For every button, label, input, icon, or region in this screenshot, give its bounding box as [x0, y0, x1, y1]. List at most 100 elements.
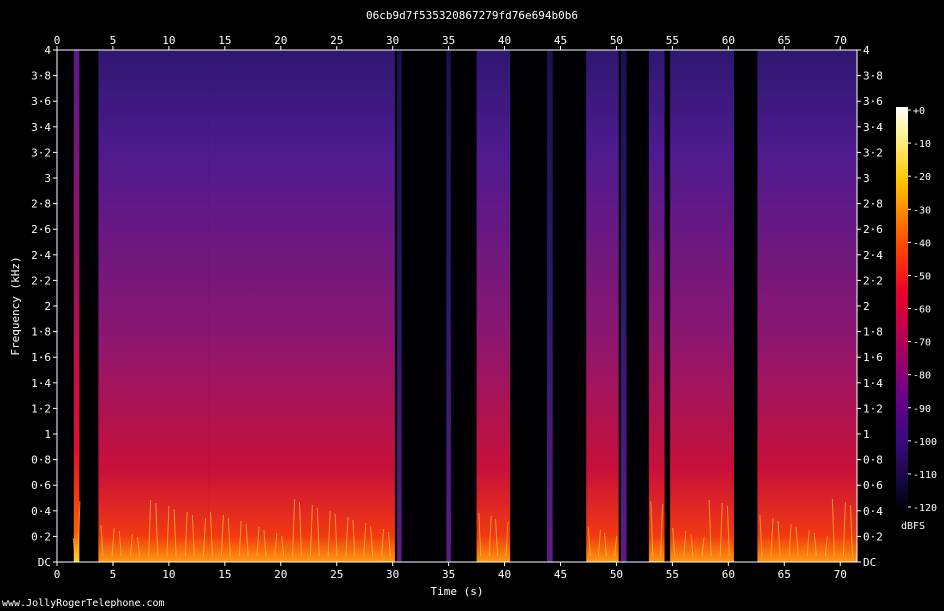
spectrogram-segment [446, 50, 451, 562]
colorbar-tick-label: -110 [913, 470, 937, 481]
colorbar-tick-label: -20 [913, 172, 931, 183]
x-tick-label-top: 15 [218, 34, 231, 47]
x-tick-label-top: 40 [498, 34, 511, 47]
y-tick-label-left: 2·8 [31, 198, 51, 211]
spectrogram-segment [73, 50, 80, 562]
y-tick-label-left: 1·2 [31, 402, 51, 415]
spectrogram-segment [476, 50, 511, 562]
spectrogram-segment [620, 50, 627, 562]
y-tick-label-right: 0·2 [863, 530, 883, 543]
x-tick-label-top: 30 [386, 34, 399, 47]
y-tick-label-right: 4 [863, 44, 870, 57]
colorbar-tick-label: -70 [913, 338, 931, 349]
y-tick-label-right: 2 [863, 300, 870, 313]
x-tick-label-top: 45 [554, 34, 567, 47]
x-axis-label: Time (s) [431, 585, 484, 598]
spectrogram-segment [648, 50, 665, 562]
colorbar-label: dBFS [901, 521, 925, 532]
spectrogram-chart: 0055101015152020252530303535404045455050… [9, 34, 937, 598]
spectrogram-segment [208, 50, 395, 562]
y-tick-label-right: 1·6 [863, 351, 883, 364]
spectrogram-segment [586, 50, 619, 562]
y-tick-label-left: 0·6 [31, 479, 51, 492]
y-tick-label-left: 3·2 [31, 146, 51, 159]
x-tick-label-top: 10 [162, 34, 175, 47]
colorbar-tick-label: -60 [913, 305, 931, 316]
x-tick-label-bottom: 55 [666, 568, 679, 581]
x-tick-label-bottom: 65 [778, 568, 791, 581]
y-tick-label-right: 2·2 [863, 274, 883, 287]
y-tick-label-right: 0·4 [863, 505, 883, 518]
y-tick-label-left: 1·4 [31, 377, 51, 390]
y-tick-label-right: 1·2 [863, 402, 883, 415]
y-axis-label: Frequency (kHz) [9, 256, 22, 355]
spectrogram-segment [670, 50, 734, 562]
y-tick-label-left: 4 [44, 44, 51, 57]
x-tick-label-top: 20 [274, 34, 287, 47]
x-tick-label-bottom: 45 [554, 568, 567, 581]
x-tick-label-bottom: 15 [218, 568, 231, 581]
y-tick-label-left: 1·8 [31, 326, 51, 339]
y-tick-label-left: 1·6 [31, 351, 51, 364]
spectrogram-segment [547, 50, 553, 562]
x-tick-label-top: 0 [54, 34, 61, 47]
y-tick-label-left: 3 [44, 172, 51, 185]
colorbar-tick-label: -40 [913, 238, 931, 249]
x-tick-label-bottom: 70 [834, 568, 847, 581]
colorbar-tick-label: -30 [913, 205, 931, 216]
y-tick-label-left: 0·2 [31, 530, 51, 543]
y-tick-label-left: 2·2 [31, 274, 51, 287]
x-tick-label-bottom: 10 [162, 568, 175, 581]
x-tick-label-top: 55 [666, 34, 679, 47]
y-tick-label-left: 0·4 [31, 505, 51, 518]
y-tick-label-left: 2·4 [31, 249, 51, 262]
y-tick-label-right: 1·8 [863, 326, 883, 339]
x-tick-label-top: 25 [330, 34, 343, 47]
y-tick-label-right: 2·4 [863, 249, 883, 262]
colorbar-tick-label: -80 [913, 371, 931, 382]
x-tick-label-bottom: 25 [330, 568, 343, 581]
x-tick-label-bottom: 50 [610, 568, 623, 581]
x-tick-label-top: 70 [834, 34, 847, 47]
colorbar-ticks: +0 -10 -20 -30 -40 -50 -60 -70 -80 -90 -100 -110 -12… [908, 106, 937, 514]
x-tick-label-bottom: 0 [54, 568, 61, 581]
y-tick-label-right: 0·6 [863, 479, 883, 492]
colorbar-tick-label: -50 [913, 271, 931, 282]
x-tick-label-bottom: 40 [498, 568, 511, 581]
colorbar [896, 107, 908, 513]
y-tick-label-left: 2 [44, 300, 51, 313]
x-tick-label-bottom: 60 [722, 568, 735, 581]
colorbar-tick-label: -120 [913, 503, 937, 514]
x-tick-label-top: 35 [442, 34, 455, 47]
y-tick-label-right: 3 [863, 172, 870, 185]
y-tick-label-left: 3·4 [31, 121, 51, 134]
colorbar-tick-label: -10 [913, 139, 931, 150]
x-tick-label-bottom: 30 [386, 568, 399, 581]
spectrogram-segment [757, 50, 857, 562]
y-tick-label-right: DC [863, 556, 876, 569]
y-tick-label-right: 3·4 [863, 121, 883, 134]
colorbar-tick-label: +0 [913, 106, 925, 117]
x-tick-label-top: 60 [722, 34, 735, 47]
spectrogram-segment [397, 50, 402, 562]
spectrogram-segment [98, 50, 209, 562]
y-tick-label-left: 1 [44, 428, 51, 441]
y-tick-label-left: 3·8 [31, 70, 51, 83]
y-tick-label-left: 0·8 [31, 454, 51, 467]
y-tick-label-right: 3·8 [863, 70, 883, 83]
watermark: www.JollyRogerTelephone.com [2, 598, 165, 609]
y-tick-label-right: 3·6 [863, 95, 883, 108]
y-tick-label-right: 0·8 [863, 454, 883, 467]
x-tick-label-top: 65 [778, 34, 791, 47]
y-tick-label-left: DC [38, 556, 51, 569]
x-tick-label-top: 5 [110, 34, 117, 47]
y-tick-label-left: 2·6 [31, 223, 51, 236]
y-tick-label-right: 1·4 [863, 377, 883, 390]
colorbar-tick-label: -90 [913, 404, 931, 415]
colorbar-tick-label: -100 [913, 437, 937, 448]
x-tick-label-bottom: 5 [110, 568, 117, 581]
y-tick-label-left: 3·6 [31, 95, 51, 108]
x-tick-label-bottom: 20 [274, 568, 287, 581]
x-tick-label-top: 50 [610, 34, 623, 47]
x-tick-label-bottom: 35 [442, 568, 455, 581]
